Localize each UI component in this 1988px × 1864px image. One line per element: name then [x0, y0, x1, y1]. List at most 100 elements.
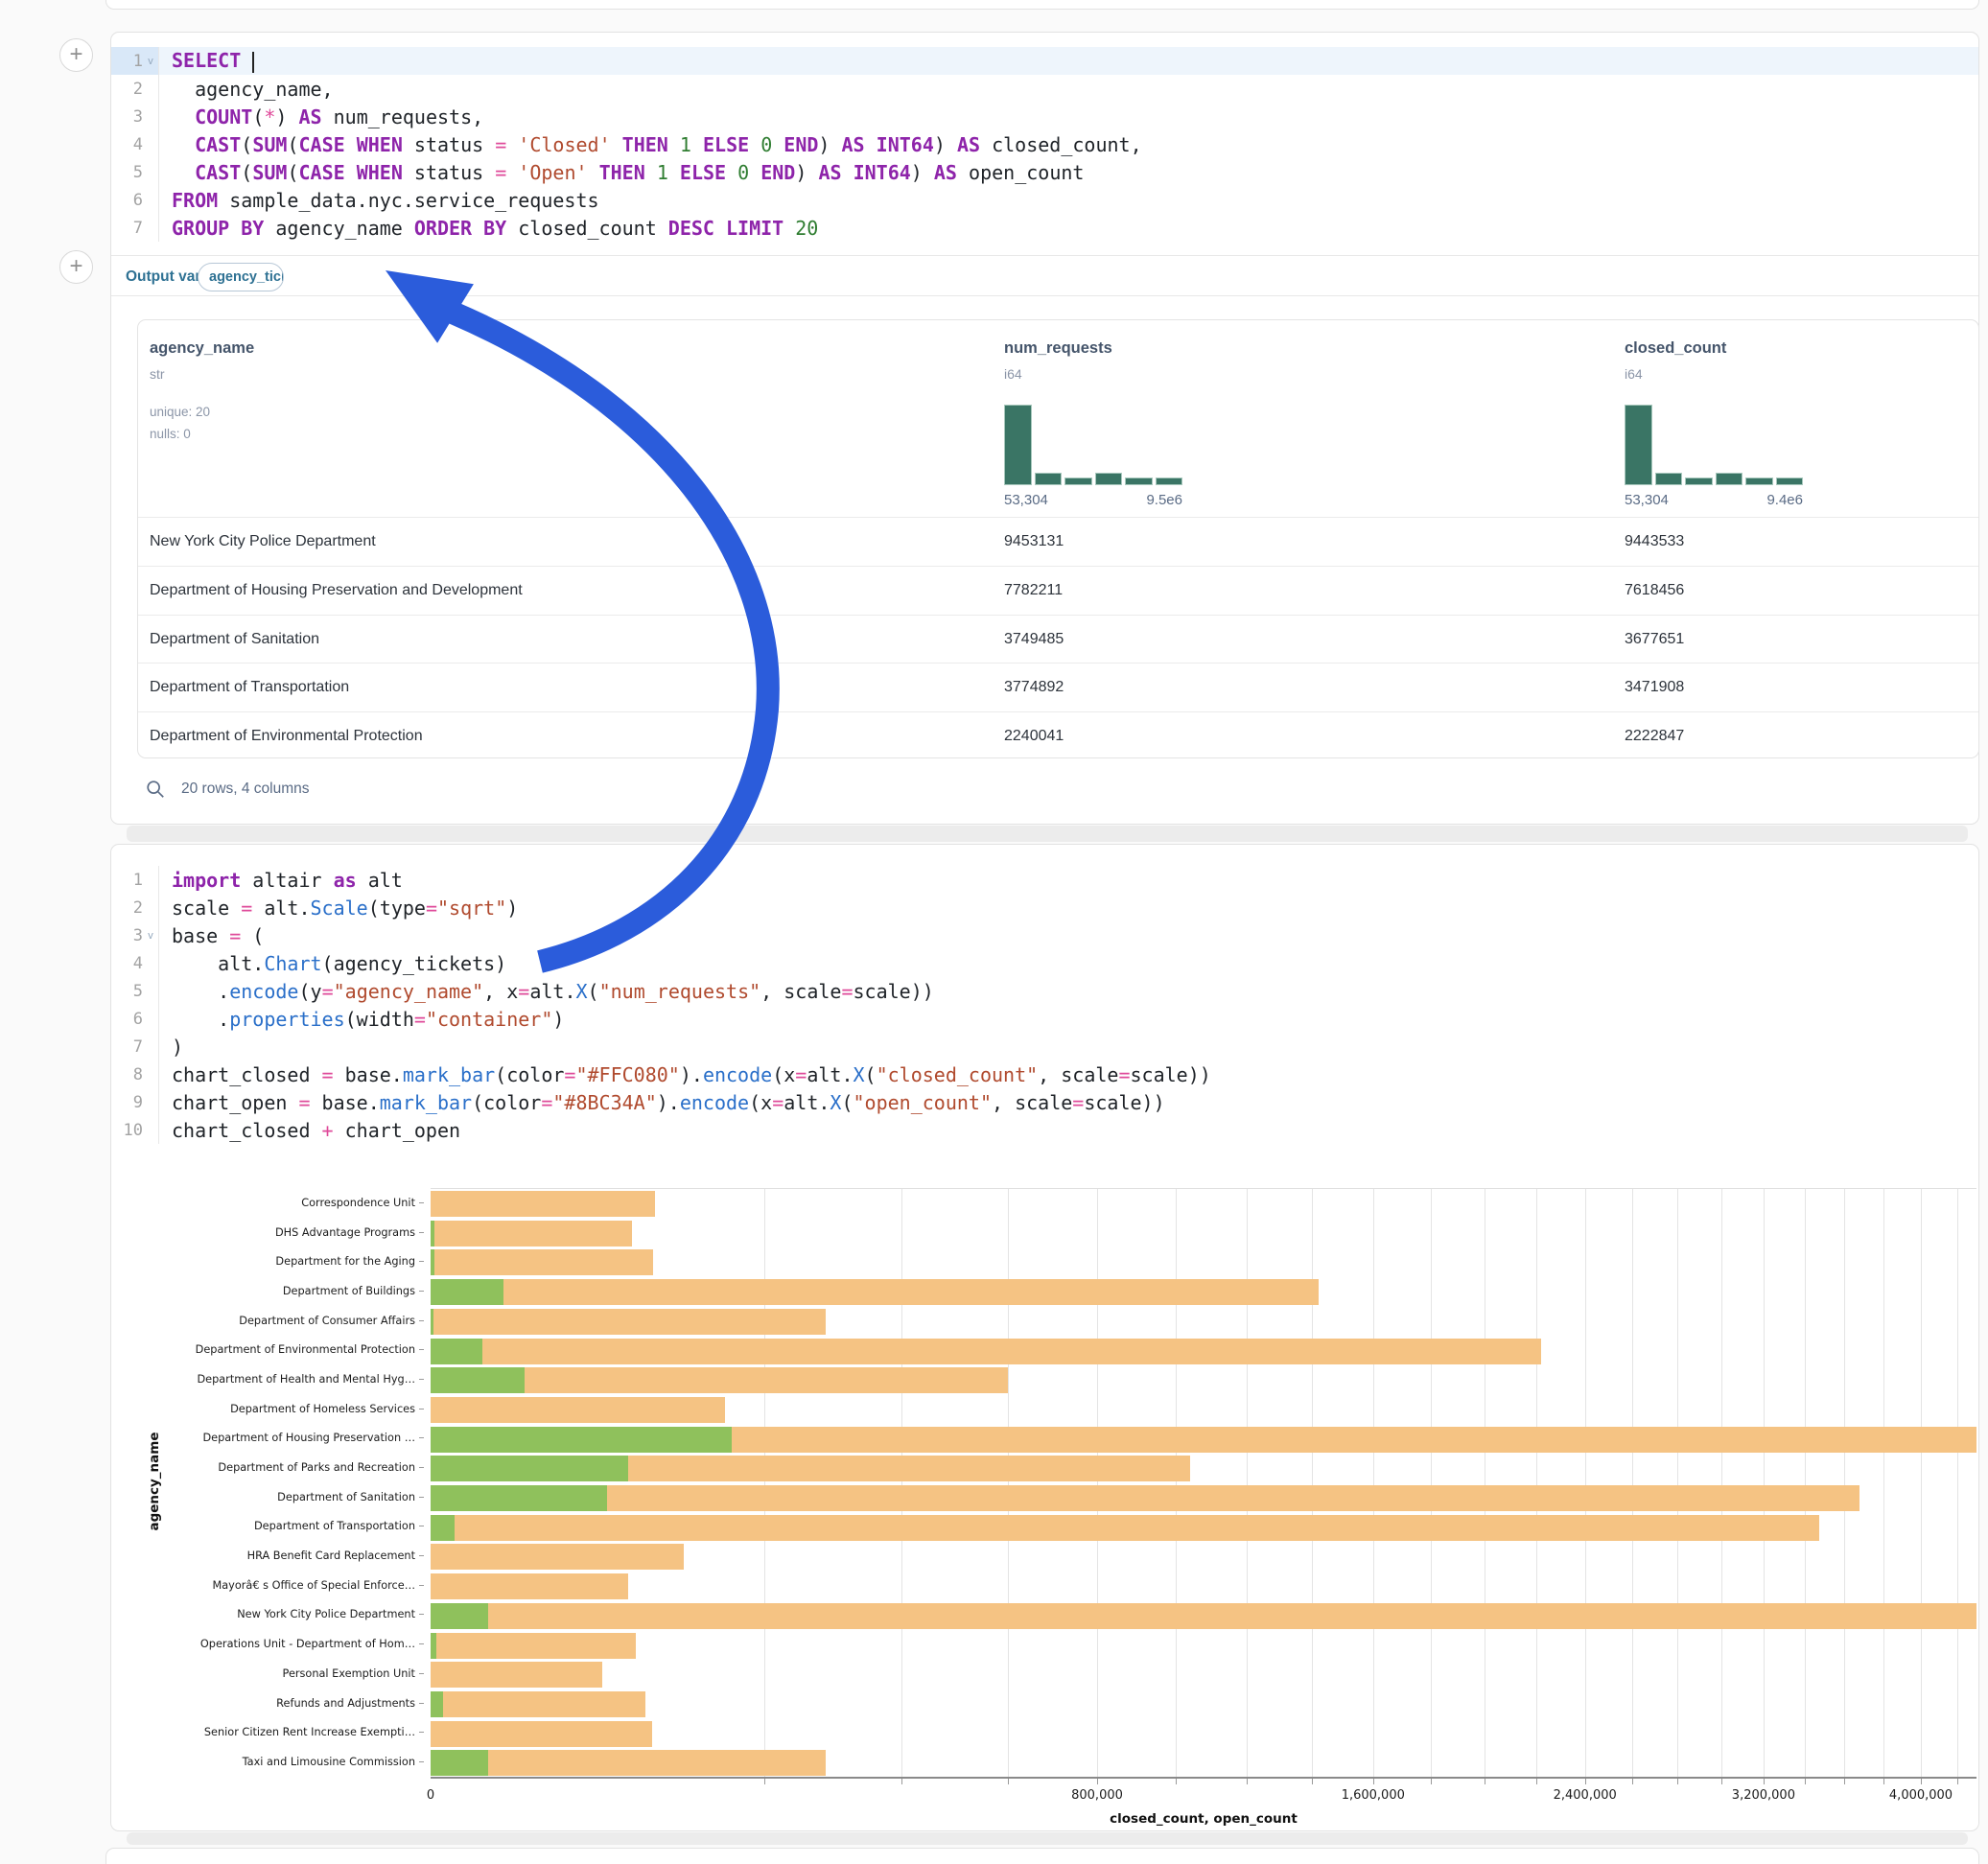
y-tick-label: Refunds and Adjustments	[276, 1697, 415, 1710]
cell-divider	[111, 295, 1978, 296]
chart-bar-closed[interactable]	[431, 1515, 1819, 1541]
table-row[interactable]: Department of Sanitation37494853677651	[138, 615, 1978, 664]
code-text: COUNT(*) AS num_requests,	[159, 105, 483, 128]
column-header[interactable]: agency_name	[150, 339, 254, 358]
table-cell: Department of Environmental Protection	[150, 712, 423, 758]
cell-gap[interactable]	[127, 826, 1968, 842]
x-tick-label: 3,200,000	[1732, 1788, 1795, 1803]
python-cell: 1import altair as alt2scale = alt.Scale(…	[110, 844, 1979, 1831]
gridline	[1312, 1189, 1313, 1778]
chart-bar-closed[interactable]	[431, 1221, 632, 1247]
code-line[interactable]: 5 CAST(SUM(CASE WHEN status = 'Open' THE…	[111, 158, 1978, 186]
chart-bar-closed[interactable]	[431, 1485, 1859, 1511]
chart-bar-closed[interactable]	[431, 1662, 602, 1688]
line-number: 2	[111, 894, 159, 921]
fold-chevron-icon[interactable]: v	[143, 56, 158, 67]
chart-bar-closed[interactable]	[431, 1573, 628, 1599]
histogram-bar	[1125, 478, 1153, 485]
chart-bar-closed[interactable]	[431, 1633, 636, 1659]
chart-bar-open[interactable]	[431, 1249, 434, 1275]
chart-bar-open[interactable]	[431, 1485, 607, 1511]
y-axis-tick	[419, 1732, 424, 1733]
x-tick-label: 0	[427, 1788, 434, 1803]
gridline	[1632, 1189, 1633, 1778]
chart-bar-closed[interactable]	[431, 1249, 653, 1275]
chart-bar-closed[interactable]	[431, 1750, 826, 1776]
code-line[interactable]: 4 alt.Chart(agency_tickets)	[111, 949, 1978, 977]
chart-bar-open[interactable]	[431, 1691, 443, 1717]
search-icon[interactable]	[145, 779, 166, 800]
y-tick-label: Mayorâ€ s Office of Special Enforce…	[213, 1579, 415, 1592]
code-line[interactable]: 2scale = alt.Scale(type="sqrt")	[111, 894, 1978, 921]
chart-bar-closed[interactable]	[431, 1191, 655, 1217]
chart-bar-closed[interactable]	[431, 1397, 725, 1423]
fold-chevron-icon[interactable]: v	[143, 930, 158, 942]
table-row[interactable]: Department of Housing Preservation and D…	[138, 566, 1978, 615]
code-line[interactable]: 5 .encode(y="agency_name", x=alt.X("num_…	[111, 977, 1978, 1005]
sql-code-editor[interactable]: 1vSELECT 2 agency_name,3 COUNT(*) AS num…	[111, 47, 1978, 242]
chart-bar-open[interactable]	[431, 1221, 434, 1247]
y-tick-label: Department of Housing Preservation …	[202, 1432, 415, 1444]
line-number: 4	[111, 949, 159, 977]
chart-bar-open[interactable]	[431, 1339, 482, 1364]
add-cell-button-output[interactable]: +	[59, 250, 93, 284]
axis-tick	[1805, 1779, 1806, 1784]
chart-bar-open[interactable]	[431, 1515, 455, 1541]
chart-bar-open[interactable]	[431, 1279, 503, 1305]
code-line[interactable]: 1import altair as alt	[111, 866, 1978, 894]
gridline	[1677, 1189, 1678, 1778]
gridline	[1097, 1189, 1098, 1778]
code-line[interactable]: 1vSELECT	[111, 47, 1978, 75]
chart-bar-closed[interactable]	[431, 1544, 684, 1570]
line-number: 9	[111, 1088, 159, 1116]
chart-bar-closed[interactable]	[431, 1721, 652, 1747]
code-line[interactable]: 7)	[111, 1033, 1978, 1060]
chart-bar-open[interactable]	[431, 1309, 433, 1335]
code-line[interactable]: 3 COUNT(*) AS num_requests,	[111, 103, 1978, 130]
code-text: CAST(SUM(CASE WHEN status = 'Closed' THE…	[159, 133, 1142, 156]
code-text: base = (	[159, 924, 264, 947]
axis-tick	[1097, 1779, 1098, 1784]
code-line[interactable]: 3vbase = (	[111, 921, 1978, 949]
code-line[interactable]: 9chart_open = base.mark_bar(color="#8BC3…	[111, 1088, 1978, 1116]
column-histogram	[1004, 405, 1182, 485]
axis-tick	[1176, 1779, 1177, 1784]
y-tick-label: Department of Buildings	[283, 1285, 415, 1297]
axis-tick	[1536, 1779, 1537, 1784]
code-line[interactable]: 6FROM sample_data.nyc.service_requests	[111, 186, 1978, 214]
chart-bar-open[interactable]	[431, 1750, 488, 1776]
code-line[interactable]: 7GROUP BY agency_name ORDER BY closed_co…	[111, 214, 1978, 242]
table-cell: 9443533	[1625, 518, 1684, 566]
table-row[interactable]: Department of Transportation377489234719…	[138, 663, 1978, 711]
python-code-editor[interactable]: 1import altair as alt2scale = alt.Scale(…	[111, 866, 1978, 1144]
chart-bar-closed[interactable]	[431, 1279, 1319, 1305]
add-cell-button-top[interactable]: +	[59, 38, 93, 72]
table-row[interactable]: New York City Police Department945313194…	[138, 517, 1978, 566]
column-header[interactable]: closed_count	[1625, 339, 1726, 358]
chart-bar-open[interactable]	[431, 1603, 488, 1629]
output-variable-pill[interactable]: agency_tickets	[198, 263, 284, 291]
code-line[interactable]: 6 .properties(width="container")	[111, 1005, 1978, 1033]
cell-gap[interactable]	[127, 1832, 1968, 1845]
table-row[interactable]: Department of Environmental Protection22…	[138, 711, 1978, 758]
line-number: 3v	[111, 921, 159, 949]
y-axis-tick	[419, 1437, 424, 1438]
y-axis-label-row: Department of Health and Mental Hyg…	[111, 1364, 424, 1394]
column-header[interactable]: num_requests	[1004, 339, 1112, 358]
code-line[interactable]: 10chart_closed + chart_open	[111, 1116, 1978, 1144]
chart-bar-open[interactable]	[431, 1633, 436, 1659]
chart-bar-open[interactable]	[431, 1427, 732, 1453]
code-line[interactable]: 4 CAST(SUM(CASE WHEN status = 'Closed' T…	[111, 130, 1978, 158]
axis-tick	[901, 1779, 902, 1784]
chart-bar-closed[interactable]	[431, 1339, 1541, 1364]
code-line[interactable]: 8chart_closed = base.mark_bar(color="#FF…	[111, 1060, 1978, 1088]
chart-bar-closed[interactable]	[431, 1309, 826, 1335]
code-line[interactable]: 2 agency_name,	[111, 75, 1978, 103]
histogram-bar	[1064, 478, 1092, 485]
chart-bar-open[interactable]	[431, 1456, 628, 1481]
chart-bar-closed[interactable]	[431, 1603, 1976, 1629]
histogram-bar	[1156, 478, 1183, 485]
line-number: 6	[111, 186, 159, 214]
chart-bar-closed[interactable]	[431, 1691, 645, 1717]
chart-bar-open[interactable]	[431, 1367, 525, 1393]
